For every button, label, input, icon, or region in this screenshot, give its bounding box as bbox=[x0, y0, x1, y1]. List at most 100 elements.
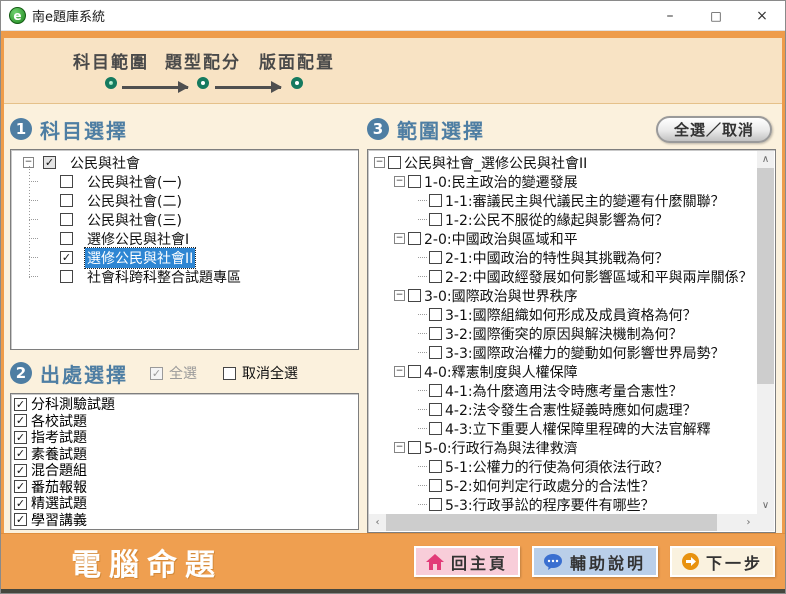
checkbox-icon[interactable] bbox=[429, 270, 442, 283]
minimize-button[interactable]: – bbox=[647, 1, 693, 31]
collapse-icon[interactable]: − bbox=[374, 157, 385, 168]
checkbox-icon[interactable] bbox=[60, 213, 73, 226]
collapse-icon[interactable]: − bbox=[394, 290, 405, 301]
vertical-scrollbar[interactable]: ∧ ∨ bbox=[757, 151, 774, 514]
scroll-down-icon[interactable]: ∨ bbox=[757, 497, 774, 514]
checkbox-checked-icon[interactable]: ✓ bbox=[14, 431, 27, 444]
select-all-checkbox[interactable]: ✓ 全選 bbox=[150, 363, 197, 383]
collapse-icon[interactable]: − bbox=[394, 176, 405, 187]
step-dot-3[interactable] bbox=[291, 77, 303, 89]
checkbox-checked-icon[interactable]: ✓ bbox=[14, 513, 27, 526]
tree-node-label[interactable]: 公民與社會_選修公民與社會II bbox=[404, 153, 587, 173]
tree-row[interactable]: 社會科跨科整合試題專區 bbox=[11, 267, 358, 286]
tree-node-label-selected[interactable]: 選修公民與社會II bbox=[85, 248, 195, 268]
home-button[interactable]: 回主頁 bbox=[414, 546, 520, 577]
collapse-icon[interactable]: − bbox=[394, 233, 405, 244]
tree-node-label[interactable]: 社會科跨科整合試題專區 bbox=[87, 267, 241, 287]
horizontal-scrollbar[interactable]: ‹ › bbox=[369, 514, 757, 531]
tree-node-label[interactable]: 5-1:公權力的行使為何須依法行政？ bbox=[445, 457, 669, 477]
checkbox-icon[interactable] bbox=[388, 156, 401, 169]
scroll-up-icon[interactable]: ∧ bbox=[757, 151, 774, 168]
tree-row[interactable]: − 2-0:中國政治與區域和平 bbox=[371, 229, 757, 248]
tree-row[interactable]: 2-2:中國政經發展如何影響區域和平與兩岸關係？ bbox=[371, 267, 757, 286]
collapse-icon[interactable]: − bbox=[394, 366, 405, 377]
checkbox-checked-icon[interactable]: ✓ bbox=[14, 464, 27, 477]
checkbox-icon[interactable] bbox=[408, 441, 421, 454]
checkbox-icon[interactable] bbox=[429, 479, 442, 492]
tree-row[interactable]: 4-2:法令發生合憲性疑義時應如何處理？ bbox=[371, 400, 757, 419]
tree-node-label[interactable]: 4-3:立下重要人權保障里程碑的大法官解釋 bbox=[445, 419, 711, 439]
tree-node-label[interactable]: 4-1:為什麼適用法令時應考量合憲性？ bbox=[445, 381, 683, 401]
checkbox-checked-icon[interactable]: ✓ bbox=[150, 367, 163, 380]
checkbox-icon[interactable] bbox=[408, 175, 421, 188]
checkbox-icon[interactable] bbox=[408, 289, 421, 302]
tree-row[interactable]: 5-2:如何判定行政處分的合法性？ bbox=[371, 476, 757, 495]
checkbox-icon[interactable] bbox=[60, 175, 73, 188]
tree-node-label[interactable]: 1-2:公民不服從的緣起與影響為何？ bbox=[445, 210, 669, 230]
list-item[interactable]: ✓ 學習講義 bbox=[14, 512, 358, 529]
tree-row[interactable]: 3-1:國際組織如何形成及成員資格為何？ bbox=[371, 305, 757, 324]
next-step-button[interactable]: 下一步 bbox=[670, 546, 775, 577]
tree-row[interactable]: − 4-0:釋憲制度與人權保障 bbox=[371, 362, 757, 381]
tree-node-label[interactable]: 公民與社會(一) bbox=[87, 172, 182, 192]
checkbox-icon[interactable] bbox=[429, 251, 442, 264]
checkbox-checked-icon[interactable]: ✓ bbox=[60, 251, 73, 264]
checkbox-icon[interactable] bbox=[429, 384, 442, 397]
checkbox-icon[interactable] bbox=[223, 367, 236, 380]
checkbox-checked-icon[interactable]: ✓ bbox=[43, 156, 56, 169]
checkbox-checked-icon[interactable]: ✓ bbox=[14, 480, 27, 493]
tree-node-label[interactable]: 5-2:如何判定行政處分的合法性？ bbox=[445, 476, 655, 496]
tree-node-label[interactable]: 2-0:中國政治與區域和平 bbox=[424, 229, 578, 249]
checkbox-icon[interactable] bbox=[429, 346, 442, 359]
checkbox-checked-icon[interactable]: ✓ bbox=[14, 447, 27, 460]
tree-node-label[interactable]: 3-2:國際衝突的原因與解決機制為何？ bbox=[445, 324, 683, 344]
tree-row[interactable]: 公民與社會(二) bbox=[11, 191, 358, 210]
tree-node-label[interactable]: 5-3:行政爭訟的程序要件有哪些？ bbox=[445, 495, 655, 515]
tree-node-label[interactable]: 公民與社會(二) bbox=[87, 191, 182, 211]
tree-node-label[interactable]: 公民與社會 bbox=[70, 153, 140, 173]
tree-row[interactable]: 3-3:國際政治權力的變動如何影響世界局勢？ bbox=[371, 343, 757, 362]
checkbox-icon[interactable] bbox=[429, 327, 442, 340]
maximize-button[interactable]: □ bbox=[693, 1, 739, 31]
tree-node-label[interactable]: 2-1:中國政治的特性與其挑戰為何？ bbox=[445, 248, 669, 268]
close-button[interactable]: × bbox=[739, 1, 785, 31]
checkbox-checked-icon[interactable]: ✓ bbox=[14, 497, 27, 510]
checkbox-icon[interactable] bbox=[429, 422, 442, 435]
select-toggle-all-button[interactable]: 全選／取消 bbox=[656, 116, 772, 143]
list-item-label[interactable]: 學習講義 bbox=[31, 510, 87, 530]
scroll-right-icon[interactable]: › bbox=[740, 514, 757, 531]
tree-row[interactable]: − 1-0:民主政治的變遷發展 bbox=[371, 172, 757, 191]
tree-node-label[interactable]: 1-0:民主政治的變遷發展 bbox=[424, 172, 578, 192]
tree-row[interactable]: − 公民與社會_選修公民與社會II bbox=[371, 153, 757, 172]
deselect-all-checkbox[interactable]: 取消全選 bbox=[223, 363, 298, 383]
horizontal-scroll-thumb[interactable] bbox=[386, 514, 717, 531]
tree-row[interactable]: 2-1:中國政治的特性與其挑戰為何？ bbox=[371, 248, 757, 267]
checkbox-icon[interactable] bbox=[408, 232, 421, 245]
tree-row[interactable]: − ✓ 公民與社會 bbox=[11, 153, 358, 172]
tree-node-label[interactable]: 2-2:中國政經發展如何影響區域和平與兩岸關係？ bbox=[445, 267, 753, 287]
tree-row[interactable]: 5-1:公權力的行使為何須依法行政？ bbox=[371, 457, 757, 476]
tree-row[interactable]: 公民與社會(三) bbox=[11, 210, 358, 229]
checkbox-icon[interactable] bbox=[429, 194, 442, 207]
tree-row[interactable]: 1-2:公民不服從的緣起與影響為何？ bbox=[371, 210, 757, 229]
checkbox-checked-icon[interactable]: ✓ bbox=[14, 414, 27, 427]
checkbox-icon[interactable] bbox=[429, 498, 442, 511]
tree-node-label[interactable]: 4-2:法令發生合憲性疑義時應如何處理？ bbox=[445, 400, 697, 420]
checkbox-icon[interactable] bbox=[429, 460, 442, 473]
tree-node-label[interactable]: 3-3:國際政治權力的變動如何影響世界局勢？ bbox=[445, 343, 725, 363]
checkbox-icon[interactable] bbox=[429, 403, 442, 416]
tree-row[interactable]: 3-2:國際衝突的原因與解決機制為何？ bbox=[371, 324, 757, 343]
collapse-icon[interactable]: − bbox=[394, 442, 405, 453]
tree-node-label[interactable]: 3-1:國際組織如何形成及成員資格為何？ bbox=[445, 305, 697, 325]
tree-row[interactable]: − 5-0:行政行為與法律救濟 bbox=[371, 438, 757, 457]
scroll-left-icon[interactable]: ‹ bbox=[369, 514, 386, 531]
checkbox-icon[interactable] bbox=[408, 365, 421, 378]
tree-row[interactable]: 4-1:為什麼適用法令時應考量合憲性？ bbox=[371, 381, 757, 400]
step-dot-2[interactable] bbox=[197, 77, 209, 89]
vertical-scroll-thumb[interactable] bbox=[757, 168, 774, 384]
tree-row[interactable]: − 3-0:國際政治與世界秩序 bbox=[371, 286, 757, 305]
checkbox-icon[interactable] bbox=[429, 308, 442, 321]
tree-row[interactable]: 5-3:行政爭訟的程序要件有哪些？ bbox=[371, 495, 757, 514]
step-dot-1[interactable] bbox=[105, 77, 117, 89]
help-button[interactable]: 輔助說明 bbox=[532, 546, 658, 577]
